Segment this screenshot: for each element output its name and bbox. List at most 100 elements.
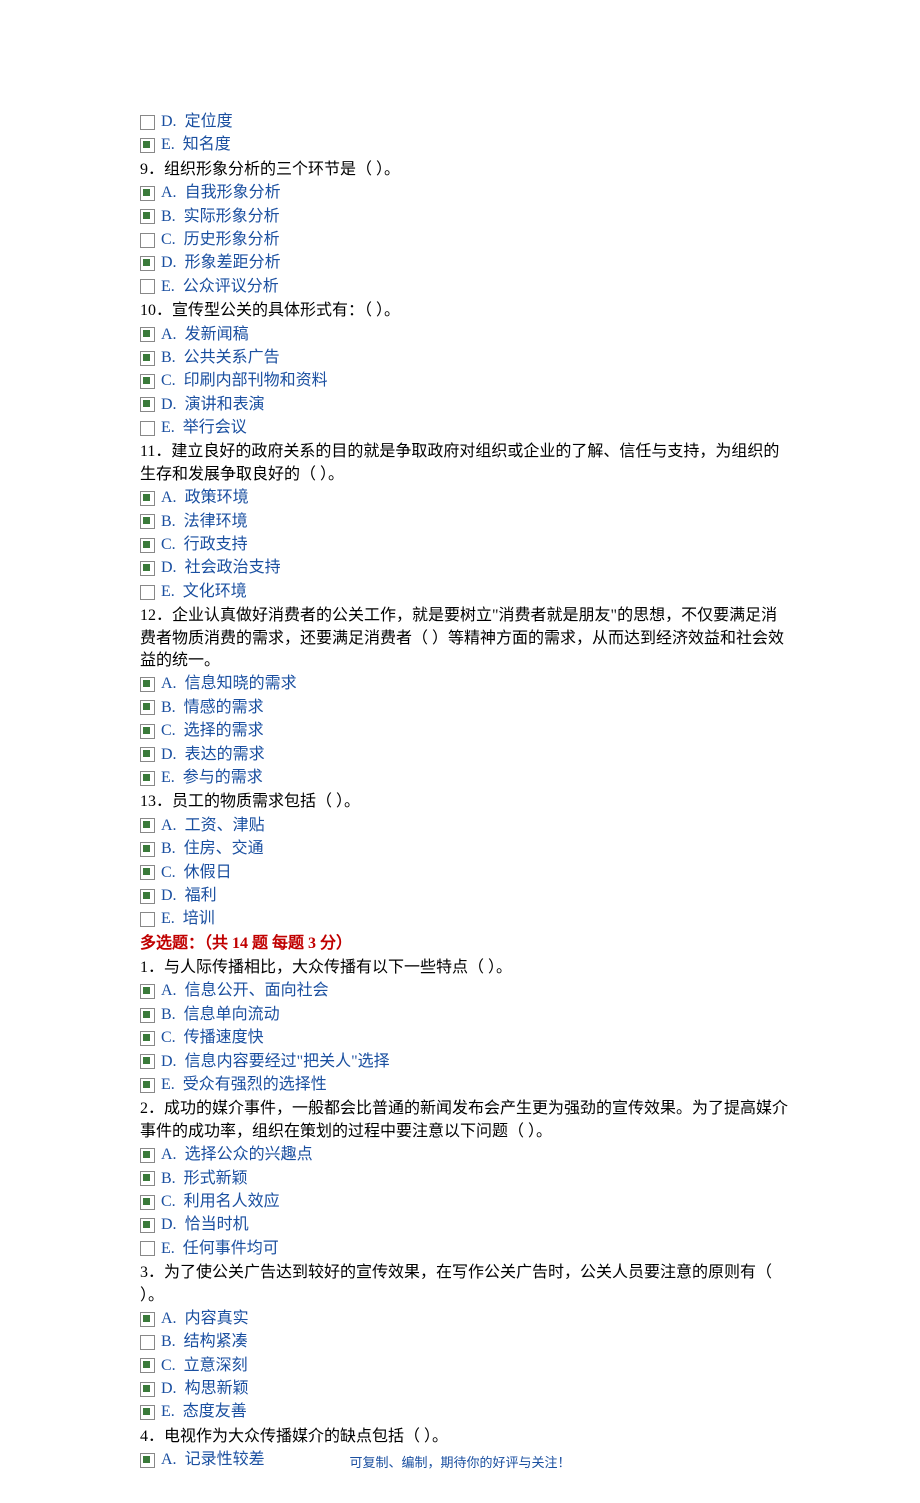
- checkbox-icon[interactable]: [140, 1054, 155, 1069]
- option-line: C.传播速度快: [140, 1027, 790, 1049]
- option-line: C. 选择的需求: [140, 720, 790, 742]
- checkbox-icon[interactable]: [140, 1078, 155, 1093]
- checkbox-icon[interactable]: [140, 818, 155, 833]
- checkbox-icon[interactable]: [140, 1405, 155, 1420]
- checkbox-icon[interactable]: [140, 279, 155, 294]
- checkbox-icon[interactable]: [140, 421, 155, 436]
- option-letter: A.: [161, 815, 177, 837]
- option-text: 利用名人效应: [184, 1191, 280, 1213]
- option-line: D.信息内容要经过"把关人"选择: [140, 1051, 790, 1073]
- option-text: 发新闻稿: [185, 324, 249, 346]
- checkbox-icon[interactable]: [140, 1008, 155, 1023]
- question-text: 11．建立良好的政府关系的目的就是争取政府对组织或企业的了解、信任与支持，为组织…: [140, 441, 790, 486]
- option-text: 选择的需求: [184, 720, 264, 742]
- option-line: E.知名度: [140, 134, 790, 156]
- checkbox-icon[interactable]: [140, 186, 155, 201]
- checkbox-icon[interactable]: [140, 771, 155, 786]
- checkbox-icon[interactable]: [140, 984, 155, 999]
- option-letter: D.: [161, 744, 177, 766]
- checkbox-icon[interactable]: [140, 1031, 155, 1046]
- option-line: C. 行政支持: [140, 534, 790, 556]
- option-line: C.休假日: [140, 862, 790, 884]
- option-text: 结构紧凑: [184, 1331, 248, 1353]
- question-text: 1．与人际传播相比，大众传播有以下一些特点（ ）。: [140, 957, 790, 979]
- option-line: A.政策环境: [140, 487, 790, 509]
- option-letter: C.: [161, 534, 176, 556]
- option-line: B.信息单向流动: [140, 1004, 790, 1026]
- option-line: B.情感的需求: [140, 697, 790, 719]
- option-letter: C.: [161, 1027, 176, 1049]
- option-text: 情感的需求: [184, 697, 264, 719]
- option-letter: B.: [161, 347, 176, 369]
- question-text: 12．企业认真做好消费者的公关工作，就是要树立"消费者就是朋友"的思想，不仅要满…: [140, 605, 790, 672]
- option-text: 行政支持: [184, 534, 248, 556]
- checkbox-icon[interactable]: [140, 397, 155, 412]
- checkbox-icon[interactable]: [140, 585, 155, 600]
- option-line: C.印刷内部刊物和资料: [140, 370, 790, 392]
- option-line: D.构思新颖: [140, 1378, 790, 1400]
- checkbox-icon[interactable]: [140, 889, 155, 904]
- question-text: 2．成功的媒介事件，一般都会比普通的新闻发布会产生更为强劲的宣传效果。为了提高媒…: [140, 1098, 790, 1143]
- checkbox-icon[interactable]: [140, 491, 155, 506]
- checkbox-icon[interactable]: [140, 1241, 155, 1256]
- option-text: 知名度: [183, 134, 231, 156]
- option-text: 演讲和表演: [185, 394, 265, 416]
- option-line: D. 恰当时机: [140, 1214, 790, 1236]
- page-footer: 可复制、编制，期待你的好评与关注！: [0, 1454, 920, 1472]
- option-letter: D.: [161, 1214, 177, 1236]
- option-line: E.任何事件均可: [140, 1238, 790, 1260]
- option-letter: A.: [161, 980, 177, 1002]
- option-letter: A.: [161, 1144, 177, 1166]
- checkbox-icon[interactable]: [140, 1312, 155, 1327]
- option-text: 立意深刻: [184, 1355, 248, 1377]
- question-text: 13．员工的物质需求包括（ ）。: [140, 791, 790, 813]
- question-text: 3．为了使公关广告达到较好的宣传效果，在写作公关广告时，公关人员要注意的原则有（…: [140, 1262, 790, 1307]
- checkbox-icon[interactable]: [140, 138, 155, 153]
- checkbox-icon[interactable]: [140, 842, 155, 857]
- option-text: 政策环境: [185, 487, 249, 509]
- checkbox-icon[interactable]: [140, 351, 155, 366]
- checkbox-icon[interactable]: [140, 256, 155, 271]
- option-line: D.演讲和表演: [140, 394, 790, 416]
- option-letter: E.: [161, 1074, 175, 1096]
- checkbox-icon[interactable]: [140, 1335, 155, 1350]
- checkbox-icon[interactable]: [140, 1148, 155, 1163]
- checkbox-icon[interactable]: [140, 115, 155, 130]
- question-text: 9．组织形象分析的三个环节是（ ）。: [140, 159, 790, 181]
- option-letter: C.: [161, 370, 176, 392]
- checkbox-icon[interactable]: [140, 912, 155, 927]
- checkbox-icon[interactable]: [140, 1171, 155, 1186]
- option-letter: B.: [161, 1168, 176, 1190]
- option-line: A.信息知晓的需求: [140, 673, 790, 695]
- checkbox-icon[interactable]: [140, 233, 155, 248]
- checkbox-icon[interactable]: [140, 538, 155, 553]
- option-letter: D.: [161, 111, 177, 133]
- option-line: A.选择公众的兴趣点: [140, 1144, 790, 1166]
- option-line: D.形象差距分析: [140, 252, 790, 274]
- checkbox-icon[interactable]: [140, 1382, 155, 1397]
- checkbox-icon[interactable]: [140, 724, 155, 739]
- checkbox-icon[interactable]: [140, 209, 155, 224]
- option-letter: E.: [161, 417, 175, 439]
- checkbox-icon[interactable]: [140, 1218, 155, 1233]
- checkbox-icon[interactable]: [140, 747, 155, 762]
- checkbox-icon[interactable]: [140, 514, 155, 529]
- option-line: A.信息公开、面向社会: [140, 980, 790, 1002]
- option-line: A.工资、津贴: [140, 815, 790, 837]
- option-line: B.结构紧凑: [140, 1331, 790, 1353]
- checkbox-icon[interactable]: [140, 327, 155, 342]
- checkbox-icon[interactable]: [140, 677, 155, 692]
- option-line: B.公共关系广告: [140, 347, 790, 369]
- option-letter: D.: [161, 1378, 177, 1400]
- option-line: B.实际形象分析: [140, 206, 790, 228]
- option-line: D.福利: [140, 885, 790, 907]
- checkbox-icon[interactable]: [140, 374, 155, 389]
- checkbox-icon[interactable]: [140, 1358, 155, 1373]
- option-letter: C.: [161, 720, 176, 742]
- checkbox-icon[interactable]: [140, 700, 155, 715]
- checkbox-icon[interactable]: [140, 1195, 155, 1210]
- checkbox-icon[interactable]: [140, 561, 155, 576]
- option-text: 恰当时机: [185, 1214, 249, 1236]
- option-letter: A.: [161, 1308, 177, 1330]
- checkbox-icon[interactable]: [140, 865, 155, 880]
